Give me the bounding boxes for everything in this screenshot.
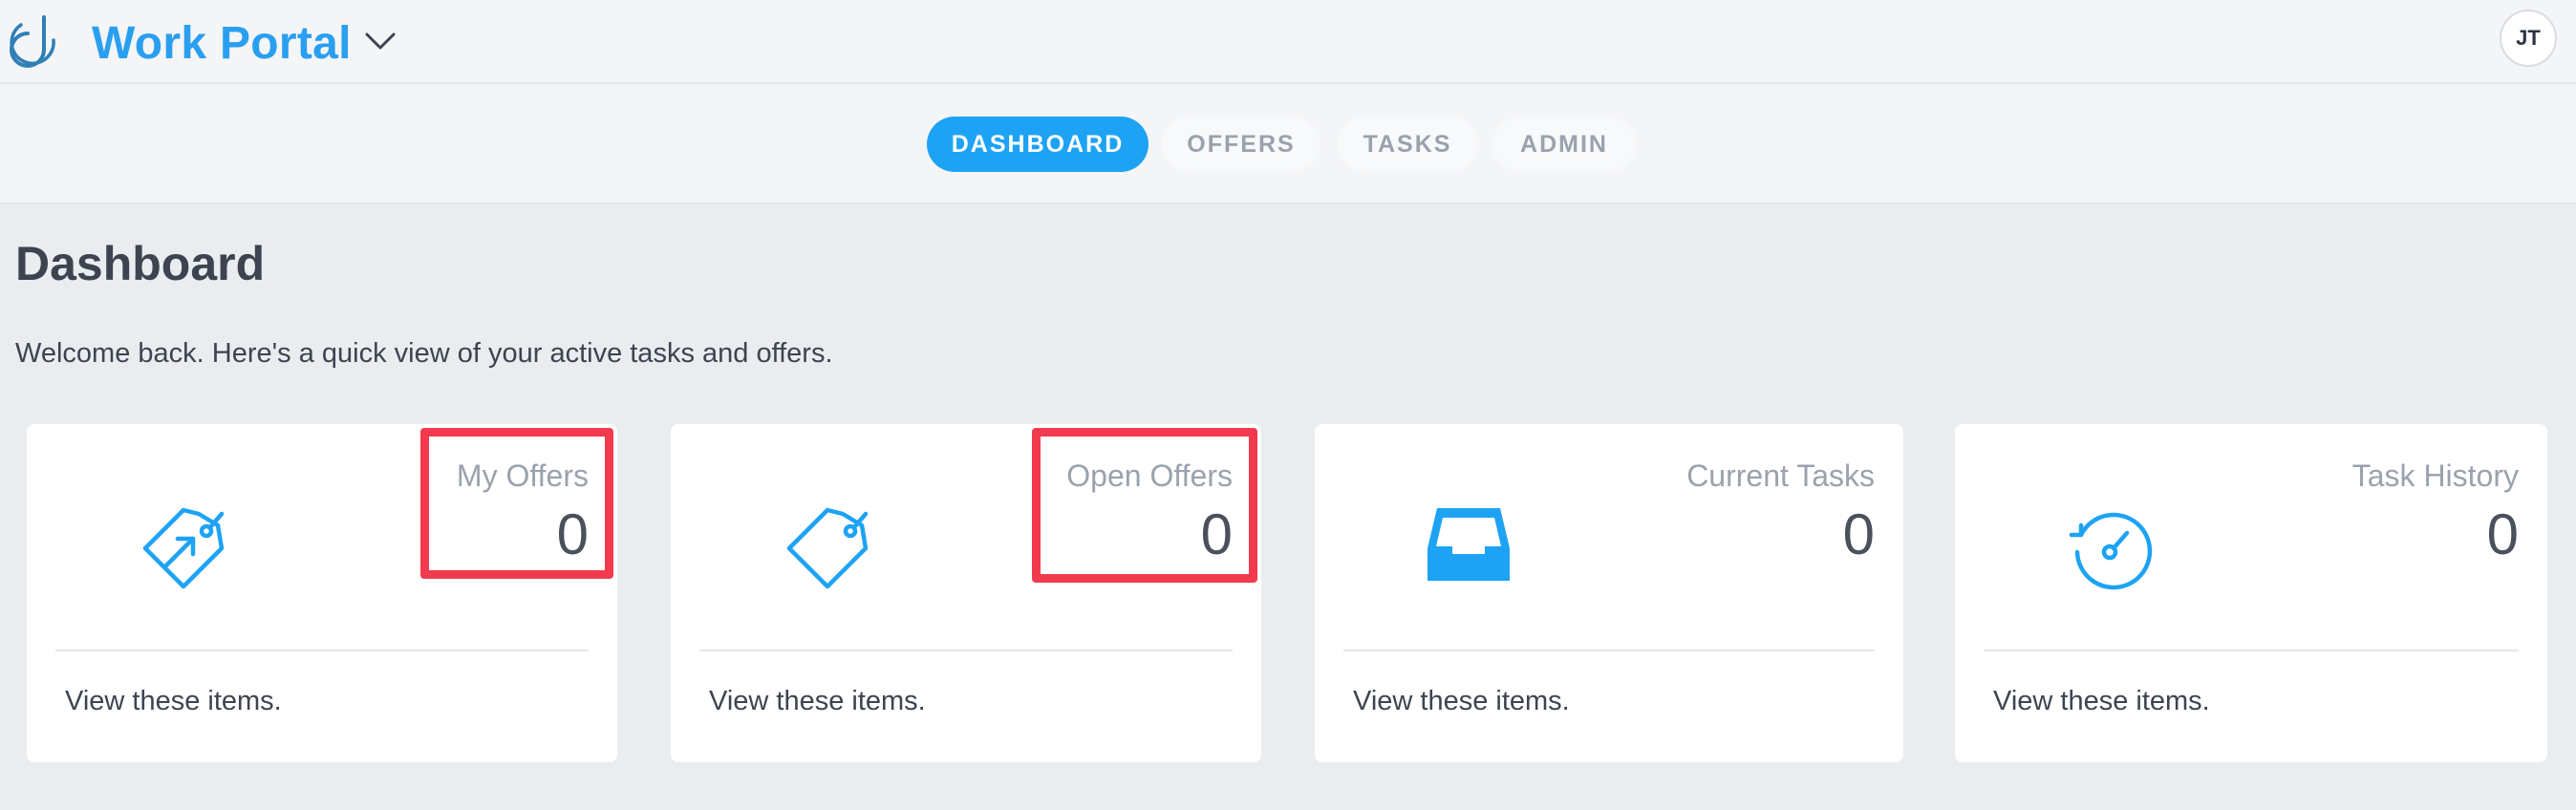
app-title[interactable]: Work Portal [92, 13, 352, 75]
card-title: My Offers [456, 458, 589, 493]
tab-admin[interactable]: ADMIN [1492, 117, 1636, 172]
card-title: Task History [2351, 458, 2519, 493]
card-count: 0 [1200, 502, 1233, 566]
card-divider [55, 650, 589, 651]
view-items-link[interactable]: View these items. [709, 682, 926, 720]
card-current-tasks[interactable]: Current Tasks 0 View these items. [1315, 424, 1903, 762]
card-title: Open Offers [1066, 458, 1233, 493]
card-divider [699, 650, 1233, 651]
history-clock-icon [2069, 512, 2153, 590]
page-title: Dashboard [15, 237, 266, 290]
app-logo-icon[interactable] [8, 11, 65, 75]
card-count: 0 [556, 502, 589, 566]
tab-offers[interactable]: OFFERS [1162, 117, 1320, 172]
card-count: 0 [1842, 502, 1875, 566]
tag-arrow-icon [142, 507, 225, 589]
top-header: Work Portal JT [0, 0, 2576, 84]
view-items-link[interactable]: View these items. [1993, 682, 2210, 720]
inbox-tray-icon [1428, 508, 1510, 581]
view-items-link[interactable]: View these items. [65, 682, 282, 720]
card-my-offers[interactable]: My Offers 0 View these items. [27, 424, 617, 762]
card-count: 0 [2486, 502, 2519, 566]
user-avatar[interactable]: JT [2500, 10, 2557, 67]
card-divider [1984, 650, 2519, 651]
card-open-offers[interactable]: Open Offers 0 View these items. [671, 424, 1261, 762]
view-items-link[interactable]: View these items. [1353, 682, 1570, 720]
chevron-down-icon[interactable] [363, 29, 397, 53]
card-divider [1343, 650, 1875, 651]
main-nav: DASHBOARD OFFERS TASKS ADMIN [0, 84, 2576, 204]
welcome-message: Welcome back. Here's a quick view of you… [15, 338, 833, 369]
card-task-history[interactable]: Task History 0 View these items. [1955, 424, 2547, 762]
tab-dashboard[interactable]: DASHBOARD [927, 117, 1148, 172]
tab-tasks[interactable]: TASKS [1338, 117, 1477, 172]
tag-icon [786, 507, 869, 589]
card-title: Current Tasks [1686, 458, 1875, 493]
